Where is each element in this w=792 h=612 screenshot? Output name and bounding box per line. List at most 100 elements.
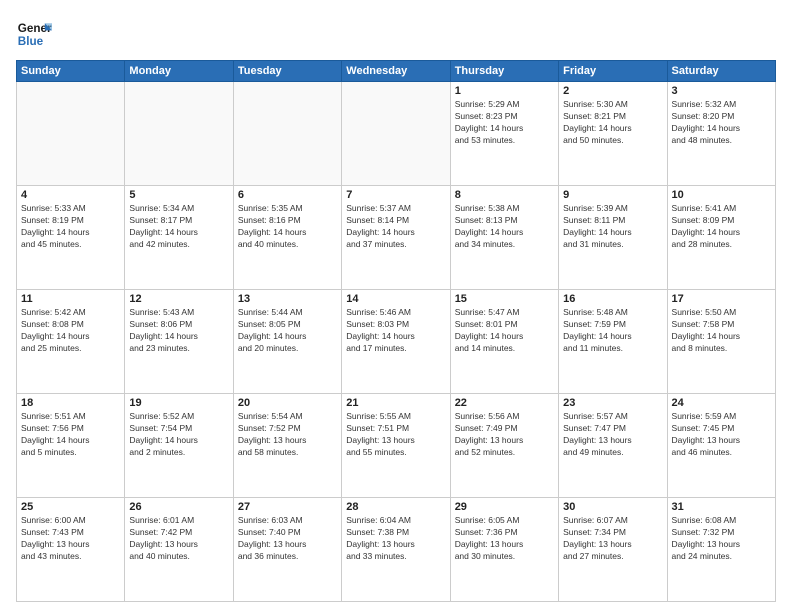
day-info: Sunrise: 5:52 AM Sunset: 7:54 PM Dayligh…: [129, 411, 228, 459]
day-number: 14: [346, 293, 445, 305]
calendar-cell: [342, 82, 450, 186]
calendar-cell: 14 Sunrise: 5:46 AM Sunset: 8:03 PM Dayli…: [342, 290, 450, 394]
weekday-sunday: Sunday: [17, 61, 125, 82]
day-number: 12: [129, 293, 228, 305]
calendar-cell: [233, 82, 341, 186]
day-info: Sunrise: 5:48 AM Sunset: 7:59 PM Dayligh…: [563, 307, 662, 355]
calendar-week-4: 18 Sunrise: 5:51 AM Sunset: 7:56 PM Dayli…: [17, 394, 776, 498]
calendar-week-3: 11Sunrise: 5:42 AM Sunset: 8:08 PM Dayli…: [17, 290, 776, 394]
calendar-cell: 15Sunrise: 5:47 AM Sunset: 8:01 PM Dayli…: [450, 290, 558, 394]
calendar-cell: 17 Sunrise: 5:50 AM Sunset: 7:58 PM Dayli…: [667, 290, 775, 394]
calendar-cell: 10 Sunrise: 5:41 AM Sunset: 8:09 PM Dayli…: [667, 186, 775, 290]
calendar-cell: 2Sunrise: 5:30 AM Sunset: 8:21 PM Daylig…: [559, 82, 667, 186]
day-info: Sunrise: 5:43 AM Sunset: 8:06 PM Dayligh…: [129, 307, 228, 355]
day-info: Sunrise: 6:03 AM Sunset: 7:40 PM Dayligh…: [238, 515, 337, 563]
calendar-cell: 1 Sunrise: 5:29 AM Sunset: 8:23 PM Daylig…: [450, 82, 558, 186]
day-info: Sunrise: 5:50 AM Sunset: 7:58 PM Dayligh…: [672, 307, 771, 355]
day-number: 21: [346, 397, 445, 409]
day-number: 2: [563, 85, 662, 97]
day-number: 3: [672, 85, 771, 97]
day-number: 7: [346, 189, 445, 201]
day-number: 9: [563, 189, 662, 201]
calendar-cell: 16 Sunrise: 5:48 AM Sunset: 7:59 PM Dayli…: [559, 290, 667, 394]
weekday-wednesday: Wednesday: [342, 61, 450, 82]
weekday-tuesday: Tuesday: [233, 61, 341, 82]
day-info: Sunrise: 5:38 AM Sunset: 8:13 PM Dayligh…: [455, 203, 554, 251]
calendar-cell: 4 Sunrise: 5:33 AM Sunset: 8:19 PM Daylig…: [17, 186, 125, 290]
day-info: Sunrise: 5:54 AM Sunset: 7:52 PM Dayligh…: [238, 411, 337, 459]
day-number: 10: [672, 189, 771, 201]
day-info: Sunrise: 5:55 AM Sunset: 7:51 PM Dayligh…: [346, 411, 445, 459]
calendar-cell: 5 Sunrise: 5:34 AM Sunset: 8:17 PM Daylig…: [125, 186, 233, 290]
calendar-body: 1 Sunrise: 5:29 AM Sunset: 8:23 PM Daylig…: [17, 82, 776, 602]
calendar-cell: 26Sunrise: 6:01 AM Sunset: 7:42 PM Dayli…: [125, 498, 233, 602]
calendar-cell: 29 Sunrise: 6:05 AM Sunset: 7:36 PM Dayli…: [450, 498, 558, 602]
day-number: 1: [455, 85, 554, 97]
logo: General Blue: [16, 16, 52, 52]
logo-icon: General Blue: [16, 16, 52, 52]
day-number: 31: [672, 501, 771, 513]
day-info: Sunrise: 5:35 AM Sunset: 8:16 PM Dayligh…: [238, 203, 337, 251]
calendar-cell: 8 Sunrise: 5:38 AM Sunset: 8:13 PM Daylig…: [450, 186, 558, 290]
calendar-cell: 24 Sunrise: 5:59 AM Sunset: 7:45 PM Dayli…: [667, 394, 775, 498]
day-info: Sunrise: 5:46 AM Sunset: 8:03 PM Dayligh…: [346, 307, 445, 355]
day-info: Sunrise: 5:33 AM Sunset: 8:19 PM Dayligh…: [21, 203, 120, 251]
day-info: Sunrise: 6:04 AM Sunset: 7:38 PM Dayligh…: [346, 515, 445, 563]
calendar-week-5: 25 Sunrise: 6:00 AM Sunset: 7:43 PM Dayli…: [17, 498, 776, 602]
day-number: 30: [563, 501, 662, 513]
calendar-cell: 25 Sunrise: 6:00 AM Sunset: 7:43 PM Dayli…: [17, 498, 125, 602]
calendar-cell: 21 Sunrise: 5:55 AM Sunset: 7:51 PM Dayli…: [342, 394, 450, 498]
calendar-cell: 3 Sunrise: 5:32 AM Sunset: 8:20 PM Daylig…: [667, 82, 775, 186]
day-info: Sunrise: 5:32 AM Sunset: 8:20 PM Dayligh…: [672, 99, 771, 147]
day-info: Sunrise: 5:57 AM Sunset: 7:47 PM Dayligh…: [563, 411, 662, 459]
day-number: 17: [672, 293, 771, 305]
weekday-friday: Friday: [559, 61, 667, 82]
day-info: Sunrise: 6:00 AM Sunset: 7:43 PM Dayligh…: [21, 515, 120, 563]
day-info: Sunrise: 6:05 AM Sunset: 7:36 PM Dayligh…: [455, 515, 554, 563]
day-number: 5: [129, 189, 228, 201]
calendar-cell: 31 Sunrise: 6:08 AM Sunset: 7:32 PM Dayli…: [667, 498, 775, 602]
calendar-cell: 23Sunrise: 5:57 AM Sunset: 7:47 PM Dayli…: [559, 394, 667, 498]
svg-text:Blue: Blue: [18, 35, 44, 48]
day-number: 26: [129, 501, 228, 513]
day-number: 25: [21, 501, 120, 513]
calendar-week-1: 1 Sunrise: 5:29 AM Sunset: 8:23 PM Daylig…: [17, 82, 776, 186]
calendar-cell: 9 Sunrise: 5:39 AM Sunset: 8:11 PM Daylig…: [559, 186, 667, 290]
calendar-table: SundayMondayTuesdayWednesdayThursdayFrid…: [16, 60, 776, 602]
day-info: Sunrise: 5:29 AM Sunset: 8:23 PM Dayligh…: [455, 99, 554, 147]
calendar-cell: 13 Sunrise: 5:44 AM Sunset: 8:05 PM Dayli…: [233, 290, 341, 394]
calendar-cell: 6 Sunrise: 5:35 AM Sunset: 8:16 PM Daylig…: [233, 186, 341, 290]
day-info: Sunrise: 6:08 AM Sunset: 7:32 PM Dayligh…: [672, 515, 771, 563]
day-number: 28: [346, 501, 445, 513]
day-info: Sunrise: 5:42 AM Sunset: 8:08 PM Dayligh…: [21, 307, 120, 355]
day-number: 8: [455, 189, 554, 201]
day-number: 13: [238, 293, 337, 305]
day-info: Sunrise: 5:41 AM Sunset: 8:09 PM Dayligh…: [672, 203, 771, 251]
calendar-cell: [125, 82, 233, 186]
calendar-cell: 22Sunrise: 5:56 AM Sunset: 7:49 PM Dayli…: [450, 394, 558, 498]
day-number: 27: [238, 501, 337, 513]
calendar-page: General Blue SundayMondayTuesdayWednesda…: [0, 0, 792, 612]
calendar-cell: 7Sunrise: 5:37 AM Sunset: 8:14 PM Daylig…: [342, 186, 450, 290]
day-number: 18: [21, 397, 120, 409]
calendar-cell: [17, 82, 125, 186]
day-number: 4: [21, 189, 120, 201]
day-number: 15: [455, 293, 554, 305]
day-info: Sunrise: 5:44 AM Sunset: 8:05 PM Dayligh…: [238, 307, 337, 355]
day-info: Sunrise: 5:56 AM Sunset: 7:49 PM Dayligh…: [455, 411, 554, 459]
day-info: Sunrise: 5:34 AM Sunset: 8:17 PM Dayligh…: [129, 203, 228, 251]
day-info: Sunrise: 5:39 AM Sunset: 8:11 PM Dayligh…: [563, 203, 662, 251]
day-number: 24: [672, 397, 771, 409]
header: General Blue: [16, 16, 776, 52]
weekday-header-row: SundayMondayTuesdayWednesdayThursdayFrid…: [17, 61, 776, 82]
calendar-week-2: 4 Sunrise: 5:33 AM Sunset: 8:19 PM Daylig…: [17, 186, 776, 290]
calendar-cell: 27 Sunrise: 6:03 AM Sunset: 7:40 PM Dayli…: [233, 498, 341, 602]
calendar-cell: 20Sunrise: 5:54 AM Sunset: 7:52 PM Dayli…: [233, 394, 341, 498]
day-number: 6: [238, 189, 337, 201]
calendar-cell: 19 Sunrise: 5:52 AM Sunset: 7:54 PM Dayli…: [125, 394, 233, 498]
day-number: 29: [455, 501, 554, 513]
day-number: 19: [129, 397, 228, 409]
day-number: 16: [563, 293, 662, 305]
day-info: Sunrise: 5:59 AM Sunset: 7:45 PM Dayligh…: [672, 411, 771, 459]
day-info: Sunrise: 5:51 AM Sunset: 7:56 PM Dayligh…: [21, 411, 120, 459]
